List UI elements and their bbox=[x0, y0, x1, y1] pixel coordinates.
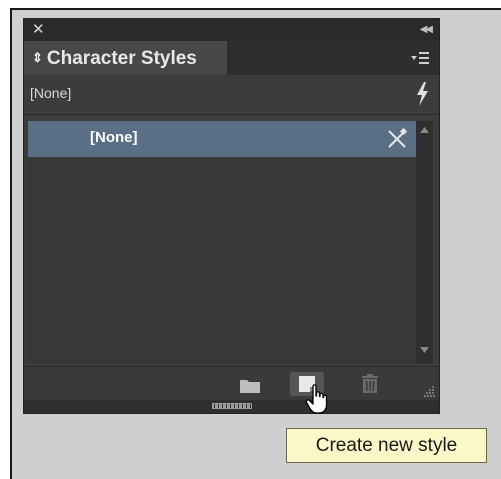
panel-menu-icon[interactable] bbox=[411, 49, 429, 67]
scrollbar[interactable] bbox=[416, 121, 433, 364]
resize-grip-icon[interactable] bbox=[424, 386, 435, 397]
styles-list[interactable]: [None] bbox=[28, 121, 416, 364]
lightning-icon[interactable] bbox=[415, 82, 429, 106]
pencil-crossed-icon bbox=[388, 128, 408, 148]
character-styles-panel: ✕ ◀◀ ⇕ Character Styles [None] [None] bbox=[23, 18, 440, 414]
panel-footer-toolbar bbox=[24, 366, 439, 400]
list-item-label: [None] bbox=[90, 129, 138, 146]
scroll-down-arrow-icon[interactable] bbox=[420, 347, 429, 353]
current-style-bar: [None] bbox=[24, 75, 439, 115]
hand-cursor-icon bbox=[305, 384, 328, 414]
double-chevron-left-icon[interactable]: ◀◀ bbox=[420, 22, 433, 38]
trash-icon[interactable] bbox=[362, 374, 378, 393]
close-icon[interactable]: ✕ bbox=[32, 21, 45, 39]
panel-title-strip[interactable]: ✕ ◀◀ bbox=[24, 19, 439, 41]
tooltip: Create new style bbox=[286, 428, 487, 463]
tooltip-text: Create new style bbox=[315, 435, 458, 456]
drag-handle-icon[interactable] bbox=[212, 403, 252, 409]
up-down-arrows-icon: ⇕ bbox=[32, 50, 43, 65]
panel-title: Character Styles bbox=[46, 48, 197, 69]
list-item-none[interactable]: [None] bbox=[28, 121, 416, 157]
current-style-label: [None] bbox=[30, 85, 72, 101]
panel-resize-bar[interactable] bbox=[24, 400, 439, 413]
tab-character-styles[interactable]: ⇕ Character Styles bbox=[24, 41, 227, 75]
scroll-up-arrow-icon[interactable] bbox=[420, 127, 429, 133]
panel-tab-row: ⇕ Character Styles bbox=[24, 41, 439, 75]
folder-icon[interactable] bbox=[240, 378, 260, 393]
